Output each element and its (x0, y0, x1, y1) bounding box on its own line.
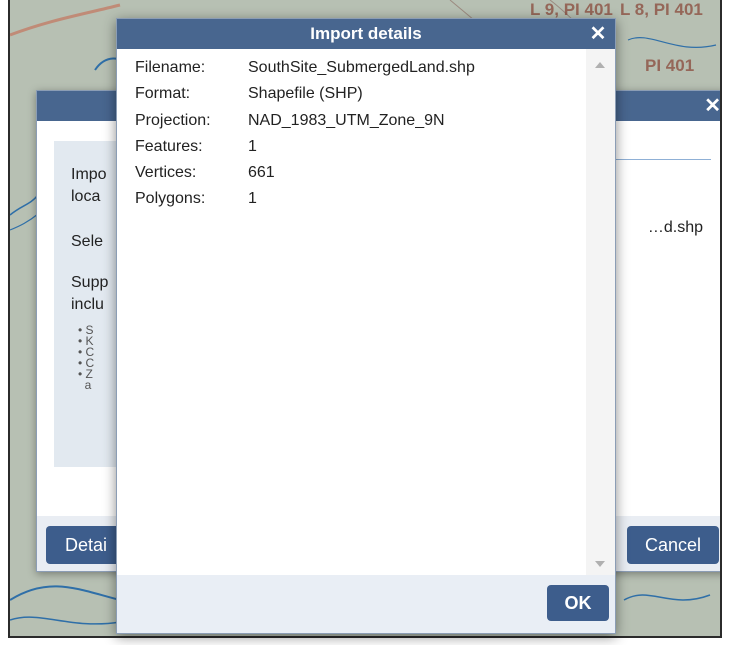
detail-value: Shapefile (SHP) (248, 85, 363, 102)
ok-button[interactable]: OK (547, 585, 609, 621)
close-icon[interactable]: ✕ (588, 23, 608, 45)
supported-formats-list: • S • K • C • C • Z a (78, 324, 94, 392)
scroll-up-arrow-icon[interactable] (595, 62, 605, 68)
instruction-text: inclu (71, 296, 104, 313)
import-details-dialog: Import details ✕ Filename: SouthSite_Sub… (116, 18, 616, 634)
detail-value: 1 (248, 190, 257, 207)
instruction-text: loca (71, 188, 101, 205)
map-parcel-label: PI 401 (645, 56, 695, 75)
detail-label: Polygons: (135, 190, 206, 207)
instruction-text: Impo (71, 166, 107, 183)
detail-value: 661 (248, 164, 275, 181)
detail-label: Features: (135, 138, 203, 155)
detail-label: Format: (135, 85, 191, 102)
map-parcel-label: L 8, PI 401 (620, 0, 703, 19)
detail-row-projection: Projection: NAD_1983_UTM_Zone_9N (135, 112, 445, 130)
detail-row-filename: Filename: SouthSite_SubmergedLand.shp (135, 59, 475, 77)
detail-label: Vertices: (135, 164, 197, 181)
detail-row-polygons: Polygons: 1 (135, 190, 257, 208)
map-parcel-label: L 9, PI 401 (530, 0, 613, 19)
instruction-text: Supp (71, 274, 109, 291)
list-item: a (84, 378, 92, 392)
detail-label: Filename: (135, 59, 206, 76)
instruction-text: Sele (71, 233, 104, 250)
dialog-footer: OK (117, 575, 615, 633)
detail-row-format: Format: Shapefile (SHP) (135, 85, 363, 103)
cancel-button[interactable]: Cancel (627, 526, 719, 564)
vertical-scrollbar[interactable] (586, 49, 615, 575)
detail-value: 1 (248, 138, 257, 155)
detail-label: Projection: (135, 112, 211, 129)
detail-row-vertices: Vertices: 661 (135, 164, 275, 182)
detail-row-features: Features: 1 (135, 138, 257, 156)
import-details-content: Filename: SouthSite_SubmergedLand.shp Fo… (117, 49, 586, 575)
selected-file-name: …d.shp (647, 219, 703, 236)
detail-value: NAD_1983_UTM_Zone_9N (248, 112, 445, 129)
scroll-down-arrow-icon[interactable] (595, 561, 605, 567)
dialog-title[interactable]: Import details (117, 19, 615, 49)
detail-value: SouthSite_SubmergedLand.shp (248, 59, 475, 76)
details-button[interactable]: Detai (46, 526, 126, 564)
close-icon[interactable]: ✕ (704, 96, 720, 116)
